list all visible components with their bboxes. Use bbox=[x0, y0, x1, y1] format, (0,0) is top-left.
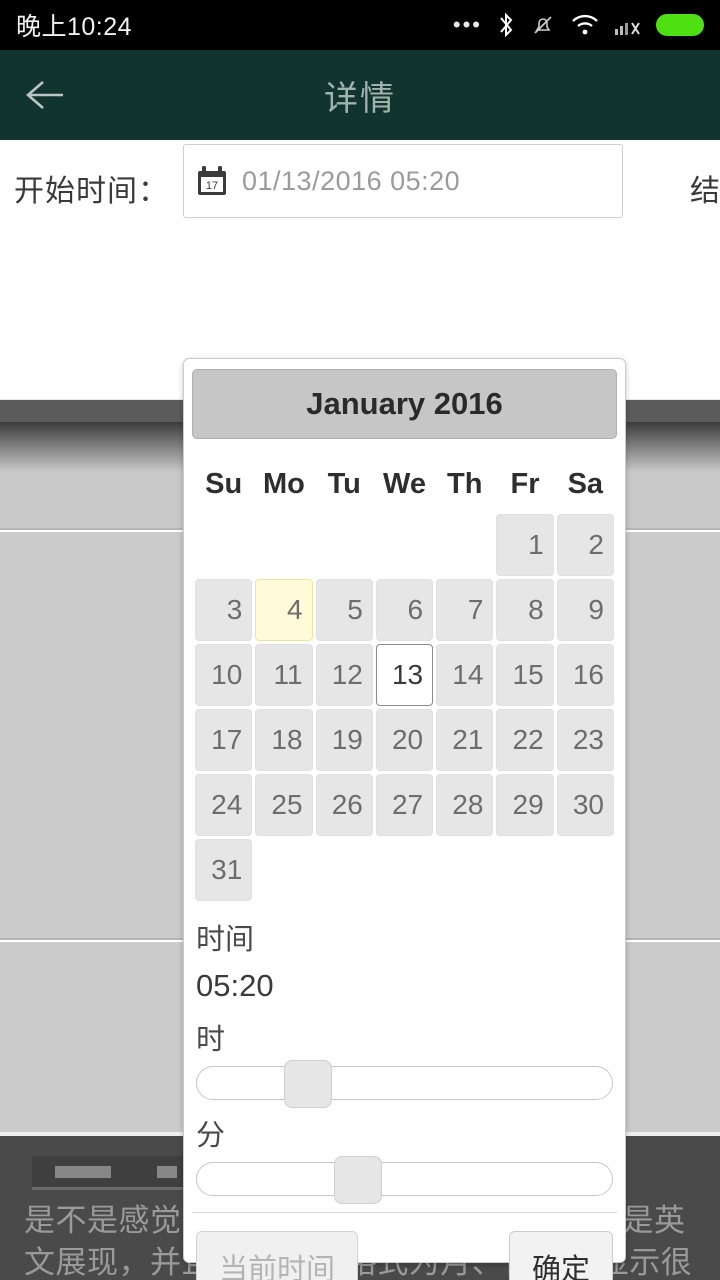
calendar-day-8[interactable]: 8 bbox=[496, 579, 554, 641]
calendar-day-9[interactable]: 9 bbox=[556, 579, 614, 641]
signal-icon bbox=[614, 13, 642, 37]
weekday-fr: Fr bbox=[510, 468, 540, 500]
calendar-day-empty bbox=[376, 514, 433, 576]
calendar-icon-day: 17 bbox=[206, 180, 218, 192]
calendar-day-6[interactable]: 6 bbox=[375, 579, 434, 641]
current-time-button[interactable]: 当前时间 bbox=[196, 1231, 359, 1280]
calendar-day-22[interactable]: 22 bbox=[496, 709, 554, 771]
weekday-su: Su bbox=[205, 468, 243, 500]
calendar-day-12[interactable]: 12 bbox=[315, 644, 373, 706]
calendar-day-empty bbox=[316, 514, 373, 576]
hour-slider[interactable] bbox=[196, 1060, 613, 1108]
start-date-input[interactable]: 17 01/13/2016 05:20 bbox=[183, 144, 623, 218]
end-time-label: 结 bbox=[690, 175, 720, 208]
calendar-week-row: 3456789 bbox=[195, 579, 614, 641]
calendar-day-empty bbox=[436, 839, 493, 901]
minute-slider[interactable] bbox=[196, 1156, 613, 1204]
webview-content: 是不是感觉很别扭？首先日期的月，星期都是英文展现，并且input中的格式为月、日… bbox=[0, 140, 720, 1280]
calendar-day-empty bbox=[316, 839, 373, 901]
status-bar: 晚上10:24 ••• bbox=[0, 0, 720, 50]
calendar-day-empty bbox=[436, 514, 493, 576]
calendar-day-20[interactable]: 20 bbox=[375, 709, 434, 771]
status-clock: 晚上10:24 bbox=[16, 13, 133, 41]
calendar-day-7[interactable]: 7 bbox=[436, 579, 494, 641]
calendar-day-31[interactable]: 31 bbox=[195, 839, 253, 901]
calendar-day-27[interactable]: 27 bbox=[375, 774, 434, 836]
battery-icon bbox=[656, 14, 704, 36]
confirm-button[interactable]: 确定 bbox=[508, 1231, 613, 1280]
calendar-week-row: 31 bbox=[195, 839, 614, 901]
calendar-day-empty bbox=[255, 514, 312, 576]
calendar-day-19[interactable]: 19 bbox=[315, 709, 373, 771]
article-thumbnail bbox=[32, 1156, 200, 1190]
calendar-day-30[interactable]: 30 bbox=[556, 774, 614, 836]
calendar-day-29[interactable]: 29 bbox=[496, 774, 554, 836]
calendar-grid: Su Mo Tu We Th Fr Sa 1 2 3 4 5 6 7 8 9 10 11 12 13 14… bbox=[192, 451, 617, 904]
weekday-sa: Sa bbox=[567, 468, 604, 500]
page-title: 详情 bbox=[324, 79, 396, 118]
time-section: 时间 05:20 时 分 bbox=[192, 904, 617, 1204]
calendar-day-16[interactable]: 16 bbox=[556, 644, 614, 706]
calendar-week-row: 10 11 12 13 14 15 16 bbox=[195, 644, 614, 706]
wifi-icon bbox=[570, 13, 600, 37]
calendar-day-26[interactable]: 26 bbox=[315, 774, 373, 836]
start-time-label: 开始时间： bbox=[14, 175, 169, 208]
weekday-we: We bbox=[382, 468, 426, 500]
calendar-month-header[interactable]: January 2016 bbox=[192, 369, 617, 439]
calendar-day-17[interactable]: 17 bbox=[195, 709, 253, 771]
weekday-th: Th bbox=[447, 468, 483, 500]
calendar-day-14[interactable]: 14 bbox=[436, 644, 494, 706]
calendar-day-3[interactable]: 3 bbox=[195, 579, 253, 641]
calendar-day-23[interactable]: 23 bbox=[556, 709, 614, 771]
bluetooth-icon bbox=[496, 11, 516, 39]
calendar-day-empty bbox=[255, 839, 312, 901]
calendar-day-2[interactable]: 2 bbox=[556, 514, 614, 576]
calendar-day-21[interactable]: 21 bbox=[436, 709, 494, 771]
minute-slider-knob[interactable] bbox=[333, 1156, 382, 1204]
calendar-week-row: 24 25 26 27 28 29 30 bbox=[195, 774, 614, 836]
more-dots-icon: ••• bbox=[452, 12, 482, 37]
calendar-day-25[interactable]: 25 bbox=[255, 774, 313, 836]
calendar-day-empty bbox=[557, 839, 614, 901]
status-icon-group: ••• bbox=[453, 11, 704, 39]
calendar-week-row: 17 18 19 20 21 22 23 bbox=[195, 709, 614, 771]
hour-slider-knob[interactable] bbox=[284, 1060, 333, 1108]
calendar-day-11[interactable]: 11 bbox=[255, 644, 313, 706]
calendar-day-5[interactable]: 5 bbox=[315, 579, 373, 641]
calendar-day-4[interactable]: 4 bbox=[255, 579, 313, 641]
datetime-picker-popup: January 2016 Su Mo Tu We Th Fr Sa 123456… bbox=[183, 358, 626, 1280]
calendar-day-13[interactable]: 13 bbox=[375, 644, 434, 706]
calendar-icon: 17 bbox=[196, 165, 228, 197]
minute-slider-label: 分 bbox=[196, 1120, 226, 1152]
app-bar: 详情 bbox=[0, 50, 720, 140]
calendar-day-empty bbox=[496, 839, 553, 901]
mute-bell-icon bbox=[530, 12, 556, 38]
calendar-day-15[interactable]: 15 bbox=[496, 644, 554, 706]
datepicker-footer: 当前时间 确定 bbox=[192, 1212, 617, 1280]
calendar-day-18[interactable]: 18 bbox=[255, 709, 313, 771]
calendar-weekday-row: Su Mo Tu We Th Fr Sa bbox=[195, 454, 614, 511]
calendar-day-empty bbox=[376, 839, 433, 901]
calendar-day-28[interactable]: 28 bbox=[436, 774, 494, 836]
calendar-day-1[interactable]: 1 bbox=[496, 514, 554, 576]
start-date-value: 01/13/2016 05:20 bbox=[242, 165, 461, 196]
calendar-week-row: 12 bbox=[195, 514, 614, 576]
time-value: 05:20 bbox=[196, 968, 274, 1003]
hour-slider-label: 时 bbox=[196, 1024, 226, 1056]
time-section-label: 时间 bbox=[196, 924, 255, 956]
weekday-tu: Tu bbox=[327, 468, 361, 500]
calendar-body: 1 2 3 4 5 6 7 8 9 10 11 12 13 14 15 16 17 18 19 20 21 22 23 24 2… bbox=[195, 514, 614, 901]
calendar-day-empty bbox=[195, 514, 252, 576]
calendar-day-10[interactable]: 10 bbox=[195, 644, 253, 706]
calendar-day-24[interactable]: 24 bbox=[195, 774, 253, 836]
weekday-mo: Mo bbox=[262, 468, 305, 500]
